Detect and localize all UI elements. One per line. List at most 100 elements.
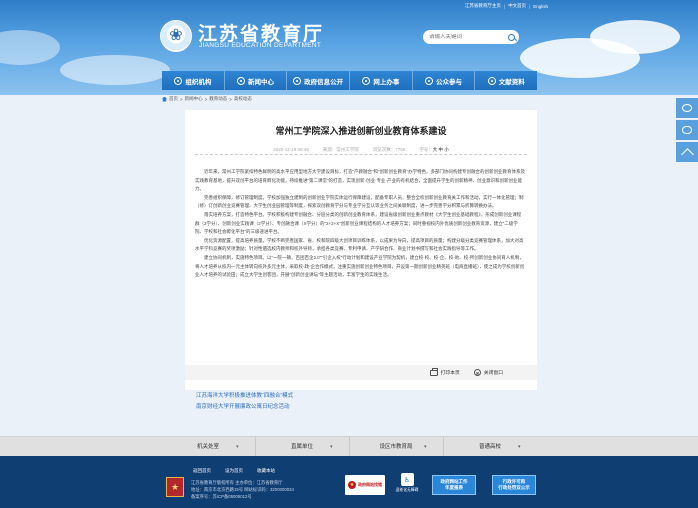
close-label: 关闭窗口	[483, 371, 503, 376]
gov-error-report-badge[interactable]: ★ 政府网站找错	[345, 475, 385, 495]
top-home-link[interactable]: 江苏省教育厅主页	[465, 3, 501, 9]
font-size-medium[interactable]: 中	[439, 147, 444, 152]
main-nav: 组织机构 新闻中心 政府信息公开 网上办事 公众参与 文献资料	[162, 71, 537, 90]
breadcrumb-home[interactable]: 首页	[169, 96, 178, 102]
top-separator: |	[529, 3, 531, 9]
nav-label: 网上办事	[373, 78, 400, 86]
badge-label: 行政许可和	[502, 479, 526, 484]
related-link[interactable]: 南京财经大学开展廉政公寓日纪念活动	[196, 402, 293, 413]
article-paragraph: 优化资源配置，提高培养质量。学校不断完善国家、省、校和院四级大创项目训练体系，以…	[195, 237, 524, 252]
weibo-button[interactable]	[676, 98, 698, 118]
search-input[interactable]	[429, 34, 507, 40]
close-window-button[interactable]: 关闭窗口	[473, 369, 503, 376]
links-label: 设区市教育局	[379, 444, 413, 450]
department-emblem-icon[interactable]: ❀	[160, 20, 192, 52]
nav-item-documents[interactable]: 文献资料	[475, 71, 537, 90]
nav-label: 组织机构	[185, 78, 212, 86]
links-dropdown-city-bureaus[interactable]: 设区市教育局 ▾	[350, 437, 444, 456]
badge-label: 政府网站工作	[440, 479, 468, 484]
chevron-down-icon: ▾	[423, 444, 427, 450]
accessibility-badge[interactable]: ♿ 适老化无障碍	[395, 473, 419, 497]
nav-label: 政府信息公开	[304, 78, 344, 86]
article-tools: 打印本页 关闭窗口	[185, 365, 537, 380]
nav-label: 新闻中心	[248, 78, 274, 86]
breadcrumb-edu-news[interactable]: 教育动态	[209, 96, 227, 102]
double-publicity-badge[interactable]: 行政许可和 行政处罚双公示	[492, 475, 536, 495]
nav-item-news[interactable]: 新闻中心	[225, 71, 288, 90]
top-separator: |	[503, 3, 506, 9]
article-date: 2020-12-19 09:49	[273, 147, 309, 152]
footer-copyright: 江苏省教育厅版权所有 主办单位：江苏省教育厅	[191, 480, 283, 485]
related-articles: 江苏海洋大学积极推进体教“四融合”模式 南京财经大学开展廉政公寓日纪念活动	[196, 391, 293, 413]
footer-address: 地址：南京市北京西路15号 网站标识码：3200000034	[191, 487, 294, 492]
badge-label: 行政处罚双公示	[498, 485, 530, 490]
weibo-icon	[682, 104, 692, 112]
article-body: 近年来，常州工学院紧扣特色鲜明的高水平应用型地方大学建设目标，打造“产教融合”和…	[195, 168, 525, 280]
footer-home-link[interactable]: 返回首页	[193, 468, 211, 474]
lang-en-link[interactable]: English	[533, 4, 548, 9]
arrow-up-icon	[680, 148, 694, 161]
search-box	[423, 30, 519, 44]
article-paragraph: 建立协同机制，实施特色项目。以“一院一镇，百团百企2.0”“引企入校”行动计划和…	[195, 254, 525, 278]
print-button[interactable]: 打印本页	[429, 367, 460, 376]
related-link[interactable]: 江苏海洋大学积极推进体教“四融合”模式	[196, 391, 293, 402]
breadcrumb-university-news[interactable]: 高校动态	[234, 96, 252, 102]
footer-bookmark-link[interactable]: 收藏本站	[257, 468, 275, 474]
nav-item-organization[interactable]: 组织机构	[162, 71, 225, 90]
breadcrumb-news[interactable]: 新闻中心	[185, 96, 203, 102]
nav-label: 文献资料	[498, 78, 525, 86]
back-to-top-button[interactable]	[676, 142, 698, 162]
nav-label: 公众参与	[436, 78, 463, 86]
wechat-button[interactable]	[676, 120, 698, 140]
footer-links: 返回首页 设为首页 收藏本站	[193, 468, 275, 474]
accessibility-icon: ♿	[400, 473, 414, 486]
annual-report-badge[interactable]: 政府网站工作 年度报表	[432, 475, 476, 495]
nav-item-info-disclosure[interactable]: 政府信息公开	[287, 71, 351, 90]
font-size-large[interactable]: 大	[433, 147, 438, 152]
footer-info: 江苏省教育厅版权所有 主办单位：江苏省教育厅 地址：南京市北京西路15号 网站标…	[191, 479, 294, 500]
links-dropdown-offices[interactable]: 机关处室 ▾	[162, 437, 256, 456]
links-label: 机关处室	[196, 444, 219, 450]
badge-label: 适老化无障碍	[395, 488, 419, 492]
article-panel: 常州工学院深入推进创新创业教育体系建设 2020-12-19 09:49 来源：…	[185, 110, 537, 390]
breadcrumb: 首页 > 新闻中心 > 教育动态 > 高校动态	[162, 96, 252, 102]
print-label: 打印本页	[440, 371, 460, 376]
links-dropdown-universities[interactable]: 普通高校 ▾	[444, 437, 537, 456]
article-meta: 2020-12-19 09:49 来源：常州工学院 浏览次数：7755 字号：大…	[195, 145, 527, 155]
lotus-icon: ❀	[169, 27, 183, 44]
font-size-control: 字号：大 中 小	[419, 147, 449, 153]
wechat-icon	[682, 126, 692, 134]
nav-item-public-participation[interactable]: 公众参与	[413, 71, 476, 90]
badge-label: 年度报表	[445, 485, 463, 490]
font-size-small[interactable]: 小	[444, 147, 449, 152]
article-paragraph: 近年来，常州工学院紧扣特色鲜明的高水平应用型地方大学建设目标，打造“产教融合”和…	[195, 169, 525, 192]
article-source: 来源：常州工学院	[322, 146, 359, 152]
floating-side-tools	[676, 98, 698, 164]
news-icon	[237, 76, 245, 85]
cloud-decoration	[590, 20, 680, 54]
footer-set-home-link[interactable]: 设为首页	[225, 468, 243, 474]
site-subtitle: JIANGSU EDUCATION DEPARTMENT	[199, 42, 322, 49]
star-icon: ★	[348, 481, 356, 489]
footer-icp: 备案序号：苏ICP备05009012号	[191, 494, 252, 499]
search-icon[interactable]	[508, 33, 515, 41]
breadcrumb-separator: >	[204, 96, 208, 102]
links-label: 直属单位	[290, 444, 313, 450]
book-icon	[487, 76, 496, 85]
chevron-down-icon: ▾	[517, 444, 521, 450]
badge-label: 政府网站找错	[358, 482, 382, 487]
friendly-links-bar: 机关处室 ▾ 直属单位 ▾ 设区市教育局 ▾ 普通高校 ▾	[0, 436, 698, 456]
links-label: 普通高校	[478, 444, 501, 450]
computer-icon	[362, 76, 371, 85]
article-views: 浏览次数：7755	[372, 146, 406, 152]
org-icon	[174, 76, 183, 85]
breadcrumb-separator: >	[229, 96, 232, 102]
lang-cn-link[interactable]: 中文首页	[508, 3, 526, 9]
nav-item-online-service[interactable]: 网上办事	[350, 71, 413, 90]
chevron-down-icon: ▾	[235, 444, 239, 450]
party-government-emblem-icon[interactable]: ★	[166, 477, 184, 497]
links-dropdown-affiliates[interactable]: 直属单位 ▾	[256, 437, 350, 456]
info-icon	[293, 76, 302, 85]
article-paragraph: 落实培养方案，打造特色平台。学校积极构建专创融合、分层分类的创新创业教育体系，建…	[195, 211, 522, 235]
font-size-label: 字号：	[419, 146, 433, 152]
